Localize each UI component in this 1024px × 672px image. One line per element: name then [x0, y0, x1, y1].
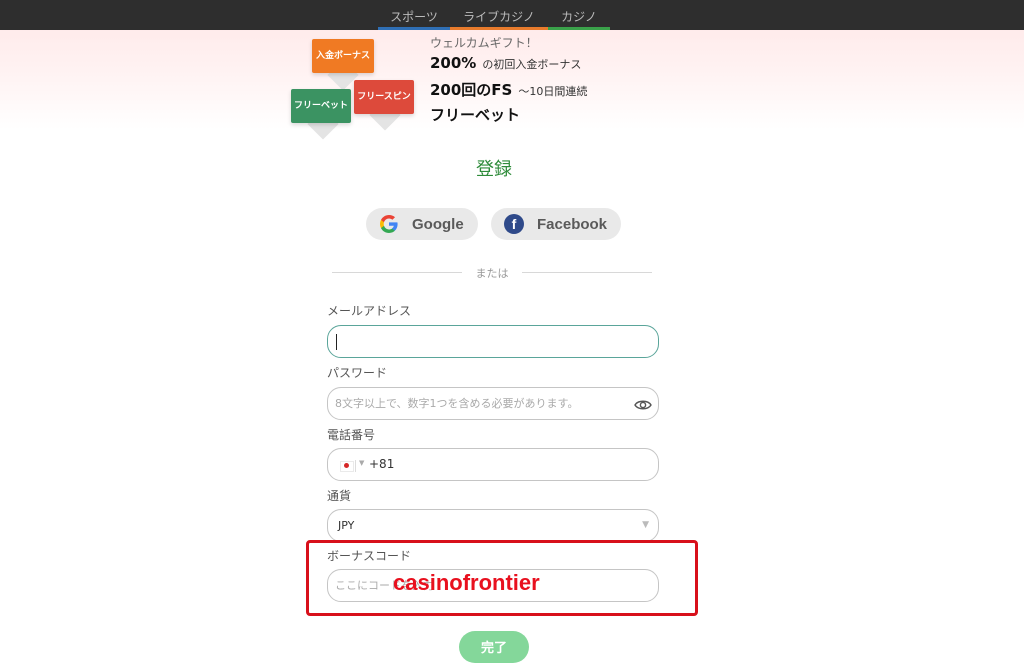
promo-line-2-big: 200回のFS — [430, 81, 513, 99]
google-icon — [378, 213, 400, 235]
japan-flag-icon[interactable] — [340, 461, 354, 472]
password-field[interactable] — [327, 387, 659, 420]
currency-select[interactable]: JPY ▼ — [327, 509, 659, 542]
promo-line-2: 200回のFS ～10日間連続 — [430, 79, 587, 100]
google-login-button[interactable]: Google — [366, 208, 478, 240]
top-nav: スポーツ ライブカジノ カジノ — [378, 6, 610, 30]
submit-button[interactable]: 完了 — [459, 631, 529, 663]
text-caret — [336, 334, 337, 350]
tab-casino[interactable]: カジノ — [548, 6, 610, 30]
promo-line-2-small: ～10日間連続 — [518, 85, 588, 98]
or-text: または — [475, 267, 509, 280]
flag-separator — [355, 460, 356, 472]
password-label: パスワード — [327, 366, 388, 380]
promo-welcome: ウェルカムギフト！ — [430, 36, 538, 50]
currency-value: JPY — [338, 519, 355, 532]
promo-line-1: 200% の初回入金ボーナス — [430, 53, 581, 72]
chevron-down-icon: ▼ — [642, 520, 649, 530]
deposit-bonus-badge: 入金ボーナス — [312, 39, 374, 73]
tab-live-casino[interactable]: ライブカジノ — [450, 6, 548, 30]
phone-label: 電話番号 — [327, 428, 376, 442]
facebook-label: Facebook — [537, 215, 608, 233]
chevron-down-icon[interactable]: ▼ — [359, 459, 364, 467]
bonus-code-annotation: casinofrontier — [393, 570, 540, 595]
email-field[interactable] — [327, 325, 659, 358]
eye-icon[interactable] — [634, 397, 652, 411]
phone-field[interactable]: ▼ +81 — [327, 448, 659, 481]
facebook-icon: f — [503, 213, 525, 235]
currency-label: 通貨 — [327, 489, 352, 503]
facebook-login-button[interactable]: f Facebook — [491, 208, 621, 240]
password-input[interactable] — [328, 388, 658, 419]
promo-line-1-big: 200% — [430, 54, 477, 72]
promo-line-1-small: の初回入金ボーナス — [482, 58, 582, 71]
promo-line-3-big: フリーベット — [430, 106, 521, 124]
free-spin-badge: フリースピン — [354, 80, 414, 114]
promo-line-3: フリーベット — [430, 104, 520, 125]
dial-code: +81 — [369, 457, 395, 471]
email-label: メールアドレス — [327, 304, 412, 318]
page-title: 登録 — [476, 159, 512, 180]
top-bar: スポーツ ライブカジノ カジノ — [0, 0, 1024, 30]
google-label: Google — [412, 215, 464, 233]
tab-sports[interactable]: スポーツ — [378, 6, 450, 30]
email-input[interactable] — [328, 326, 658, 357]
free-bet-badge: フリーベット — [291, 89, 351, 123]
or-divider: または — [332, 264, 652, 280]
divider-line — [522, 272, 652, 273]
